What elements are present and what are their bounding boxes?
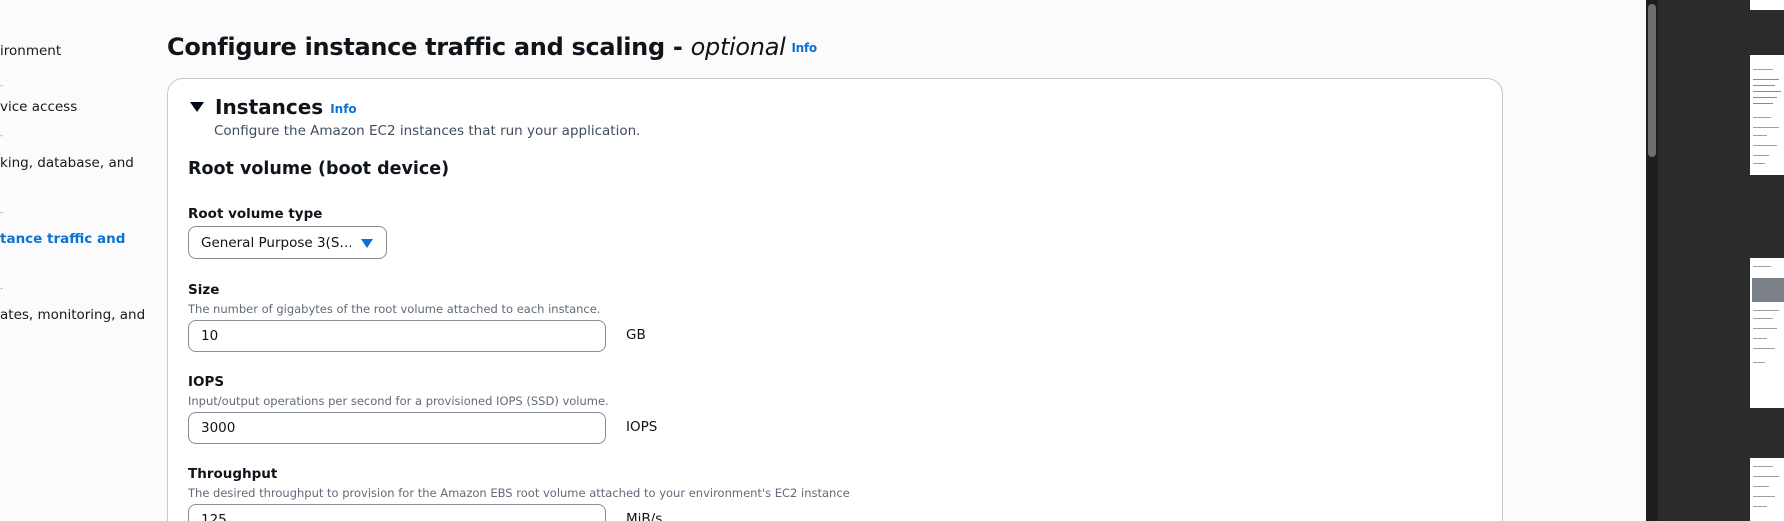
size-description: The number of gigabytes of the root volu…	[188, 302, 601, 316]
step-link-updates-monitoring[interactable]: ates, monitoring, and	[0, 307, 145, 323]
page-title-optional: optional	[690, 33, 786, 61]
instances-container: Instances Info Configure the Amazon EC2 …	[167, 78, 1503, 521]
root-volume-heading: Root volume (boot device)	[188, 159, 450, 179]
root-volume-type-label: Root volume type	[188, 206, 323, 222]
throughput-description: The desired throughput to provision for …	[188, 486, 850, 500]
size-label: Size	[188, 282, 220, 298]
wizard-steps-nav: ironment - vice access - king, database,…	[0, 0, 160, 521]
instances-info-link[interactable]: Info	[330, 102, 356, 116]
page-title-text: Configure instance traffic and scaling -	[167, 33, 691, 61]
page-info-link[interactable]: Info	[792, 41, 818, 55]
throughput-unit: MiB/s	[626, 511, 663, 521]
instances-expand-toggle[interactable]: Instances Info	[190, 95, 357, 119]
iops-input[interactable]	[188, 412, 606, 444]
page-thumbnail[interactable]	[1750, 0, 1784, 10]
iops-unit: IOPS	[626, 419, 658, 435]
root-volume-type-select[interactable]: General Purpose 3(S…	[188, 226, 387, 259]
thumbnail-strip	[1658, 0, 1784, 521]
instances-title: Instances	[215, 95, 324, 119]
step-number: -	[0, 208, 4, 218]
iops-label: IOPS	[188, 374, 225, 390]
page-thumbnail[interactable]	[1750, 458, 1784, 521]
step-link-networking[interactable]: king, database, and	[0, 155, 134, 171]
iops-description: Input/output operations per second for a…	[188, 394, 609, 408]
instances-description: Configure the Amazon EC2 instances that …	[214, 123, 641, 139]
dropdown-caret-icon	[361, 239, 373, 248]
step-number: -	[0, 81, 4, 91]
step-link-instance-traffic[interactable]: tance traffic and	[0, 231, 125, 247]
page-thumbnail[interactable]	[1750, 55, 1784, 175]
page-scrollbar[interactable]	[1646, 0, 1658, 521]
size-unit: GB	[626, 327, 646, 343]
step-number: -	[0, 284, 4, 294]
caret-down-icon	[190, 102, 204, 112]
throughput-label: Throughput	[188, 466, 278, 482]
root-volume-type-value: General Purpose 3(S…	[201, 234, 351, 251]
page-scrollbar-thumb[interactable]	[1648, 4, 1656, 157]
throughput-input[interactable]	[188, 504, 606, 521]
step-link-environment[interactable]: ironment	[0, 43, 61, 59]
size-input[interactable]	[188, 320, 606, 352]
page-thumbnail[interactable]	[1750, 258, 1784, 408]
page-title: Configure instance traffic and scaling -…	[167, 33, 817, 61]
step-link-service-access[interactable]: vice access	[0, 99, 77, 115]
browser-viewport: ironment - vice access - king, database,…	[0, 0, 1646, 521]
step-number: -	[0, 131, 4, 141]
